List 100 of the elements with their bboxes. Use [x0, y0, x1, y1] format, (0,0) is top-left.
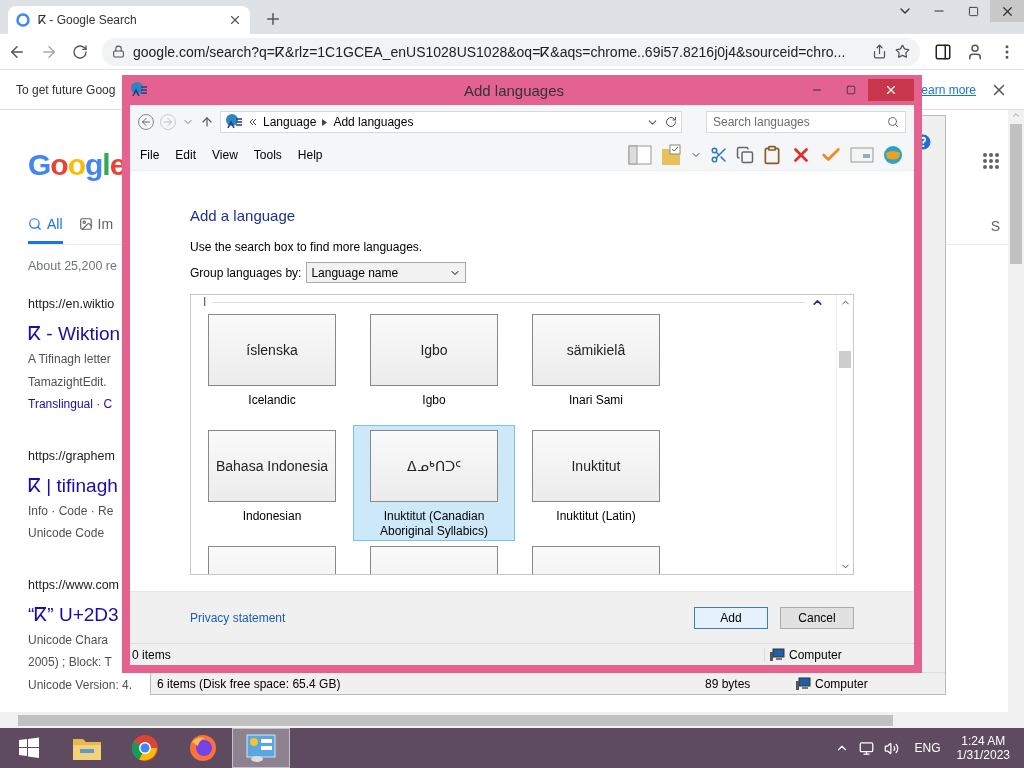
browser-tab[interactable]: ⴽ - Google Search — [8, 6, 250, 34]
chrome-icon[interactable] — [131, 734, 159, 762]
language-name: Inuktitut (Latin) — [556, 509, 636, 524]
group-select[interactable]: Language name — [306, 262, 467, 283]
search-icon — [28, 217, 42, 231]
address-bar[interactable]: google.com/search?q=ⴽ&rlz=1C1GCEA_enUS1028US1028&oq=ⴽ&aqs=chrome..69i57.8216j0j4&sourceid=chro... — [102, 37, 920, 66]
language-tile[interactable]: ᐃᓄᒃᑎᑐᑦ — [370, 430, 498, 502]
search-field[interactable]: Search languages — [706, 111, 906, 133]
maximize-icon — [967, 5, 979, 17]
network-icon[interactable] — [858, 740, 874, 756]
lock-icon — [112, 45, 125, 58]
clock[interactable]: 1:24 AM 1/31/2023 — [956, 734, 1010, 762]
result-link[interactable]: Translingual · C — [28, 393, 113, 416]
search-tab[interactable]: S — [990, 218, 1000, 234]
refresh-icon[interactable] — [665, 116, 677, 128]
search-icon — [887, 116, 899, 128]
star-icon[interactable] — [895, 44, 910, 59]
menu-item[interactable]: Tools — [253, 147, 282, 162]
menu-item[interactable]: Edit — [175, 147, 197, 162]
language-tile[interactable]: Igbo — [370, 314, 498, 386]
apps-icon[interactable] — [982, 152, 1000, 170]
language-indicator[interactable]: ENG — [914, 741, 941, 755]
scroll-thumb[interactable] — [1010, 124, 1022, 264]
language-name: Icelandic — [248, 393, 296, 408]
result-snippet: Info · Code · Re — [28, 502, 114, 520]
language-tile[interactable]: Bahasa Indonesia — [208, 430, 336, 502]
image-icon — [78, 217, 93, 231]
status-text: 6 items (Disk free space: 65.4 GB) — [157, 676, 342, 691]
paste-icon[interactable] — [762, 144, 782, 165]
close-button[interactable] — [990, 0, 1024, 22]
language-name: Inuktitut (Canadian Aboriginal Syllabics) — [378, 509, 489, 539]
firefox-icon[interactable] — [189, 734, 217, 762]
status-text: Computer — [815, 676, 868, 691]
result-snippet: Unicode Version: 4. — [28, 676, 133, 694]
language-name: Inari Sami — [569, 393, 623, 408]
result-title[interactable]: “ⴽ” U+2D3 — [28, 602, 119, 626]
shell-icon — [882, 143, 904, 166]
copy-icon[interactable] — [736, 145, 754, 164]
properties-icon[interactable] — [850, 146, 874, 163]
add-button[interactable]: Add — [694, 606, 768, 629]
cut-icon[interactable] — [710, 145, 728, 164]
computer-icon — [795, 676, 811, 691]
up-icon[interactable] — [200, 115, 214, 129]
window-title: Add languages — [462, 81, 566, 99]
status-text: 89 bytes — [705, 676, 752, 691]
address-bar[interactable]: Language Add languages — [220, 111, 682, 133]
language-name: Indonesian — [242, 509, 302, 524]
info-text: To get future Goog — [16, 82, 116, 97]
result-count: About 25,200 re — [28, 259, 117, 274]
result-url: https://en.wiktio — [28, 297, 115, 312]
side-panel-icon[interactable] — [934, 42, 952, 61]
language-item[interactable]: Igbo Igbo — [353, 309, 515, 425]
menu-item[interactable]: File — [140, 147, 160, 162]
status-text: Computer — [789, 647, 842, 662]
language-name: Igbo — [422, 393, 446, 408]
control-panel-icon[interactable] — [245, 733, 277, 763]
volume-icon[interactable] — [883, 740, 899, 756]
language-item[interactable]: ᐃᓄᒃᑎᑐᑦ Inuktitut (Canadian Aboriginal Syllabics) — [353, 425, 515, 541]
language-item[interactable]: sämikielâ Inari Sami — [515, 309, 677, 425]
result-title[interactable]: ⴽ | tifinagh — [28, 473, 118, 497]
learn-more-link[interactable]: earn more — [921, 82, 976, 97]
language-icon — [130, 81, 148, 99]
result-snippet: Unicode Code — [28, 525, 105, 542]
language-icon — [225, 113, 243, 131]
language-tile[interactable]: sämikielâ — [532, 314, 660, 386]
computer-icon — [769, 647, 785, 662]
section-heading: Add a language — [190, 207, 297, 224]
maximize-icon — [846, 85, 856, 95]
breadcrumb-item[interactable]: Add languages — [333, 115, 414, 129]
close-icon[interactable] — [228, 13, 242, 27]
result-snippet: TamazightEdit. — [28, 373, 107, 391]
menu-item[interactable]: Help — [297, 147, 323, 162]
language-item[interactable]: Bahasa Indonesia Indonesian — [191, 425, 353, 541]
cancel-button[interactable]: Cancel — [780, 606, 854, 629]
folder-icon[interactable] — [660, 143, 682, 166]
close-icon — [884, 83, 898, 97]
windows-icon — [18, 737, 40, 759]
language-tile[interactable]: íslenska — [208, 314, 336, 386]
result-snippet: A Tifinagh letter — [28, 351, 111, 368]
scroll-thumb[interactable] — [839, 351, 851, 368]
field-label: Group languages by: — [190, 265, 302, 280]
language-item[interactable]: Inuktitut Inuktitut (Latin) — [515, 425, 677, 541]
status-text: 0 items — [132, 647, 172, 662]
search-tab[interactable]: All — [28, 216, 63, 244]
separator-icon — [322, 118, 328, 126]
language-tile[interactable]: Inuktitut — [532, 430, 660, 502]
hint-text: Use the search box to find more languages. — [190, 240, 424, 254]
new-tab-icon[interactable] — [264, 10, 282, 28]
breadcrumb-item[interactable]: Language — [263, 115, 317, 129]
reload-icon[interactable] — [72, 43, 88, 60]
language-item[interactable]: íslenska Icelandic — [191, 309, 353, 425]
result-title[interactable]: ⴽ - Wiktion — [28, 322, 121, 345]
search-tab[interactable]: Im — [78, 216, 114, 244]
menu-item[interactable]: View — [212, 147, 238, 162]
privacy-link[interactable]: Privacy statement — [190, 610, 286, 625]
profile-icon[interactable] — [966, 42, 984, 61]
share-icon[interactable] — [872, 44, 887, 59]
google-icon — [16, 13, 30, 27]
result-snippet: 2005) ; Block: T — [28, 654, 112, 671]
scroll-thumb[interactable] — [18, 714, 893, 726]
